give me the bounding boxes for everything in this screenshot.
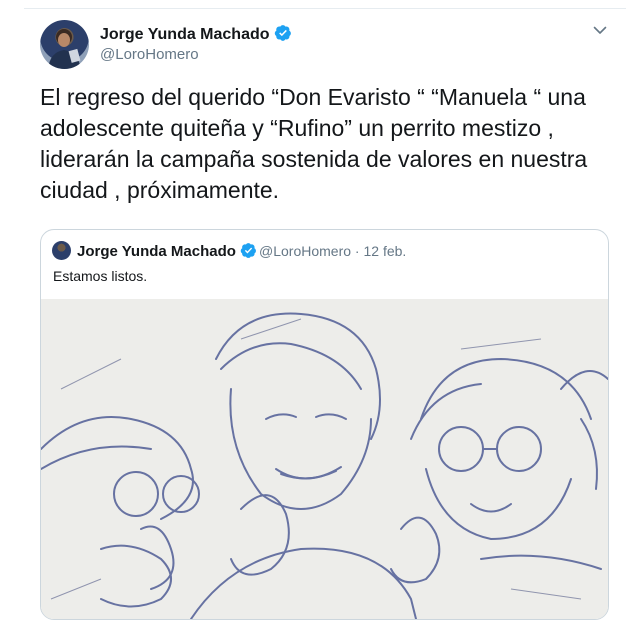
quoted-image[interactable]	[41, 299, 608, 619]
author-name-text[interactable]: Jorge Yunda Machado	[100, 26, 270, 43]
meta-separator: ·	[354, 243, 360, 259]
tweet-text: El regreso del querido “Don Evaristo “ “…	[40, 84, 588, 203]
verified-badge-icon	[240, 243, 256, 258]
avatar-photo	[48, 29, 81, 69]
quoted-author-avatar[interactable]	[52, 241, 71, 260]
tweet-card[interactable]: Jorge Yunda Machado @LoroHomero El regre…	[0, 0, 638, 632]
quoted-date: 12 feb.	[363, 243, 407, 259]
quoted-text: Estamos listos.	[53, 268, 148, 284]
chevron-down-icon[interactable]	[592, 22, 608, 38]
quoted-author-name-text: Jorge Yunda Machado	[77, 243, 236, 260]
sketch-illustration	[41, 299, 608, 619]
author-name[interactable]: Jorge Yunda Machado	[100, 24, 292, 44]
author-avatar[interactable]	[40, 20, 89, 69]
quoted-tweet[interactable]: Jorge Yunda Machado @LoroHomero · 12 feb…	[40, 229, 609, 620]
divider	[24, 8, 626, 9]
author-handle[interactable]: @LoroHomero	[100, 46, 199, 63]
quoted-author-name: Jorge Yunda Machado	[77, 242, 257, 260]
verified-badge-icon	[274, 25, 291, 41]
quoted-meta: @LoroHomero · 12 feb.	[259, 243, 406, 259]
quoted-author-handle: @LoroHomero	[259, 243, 352, 259]
